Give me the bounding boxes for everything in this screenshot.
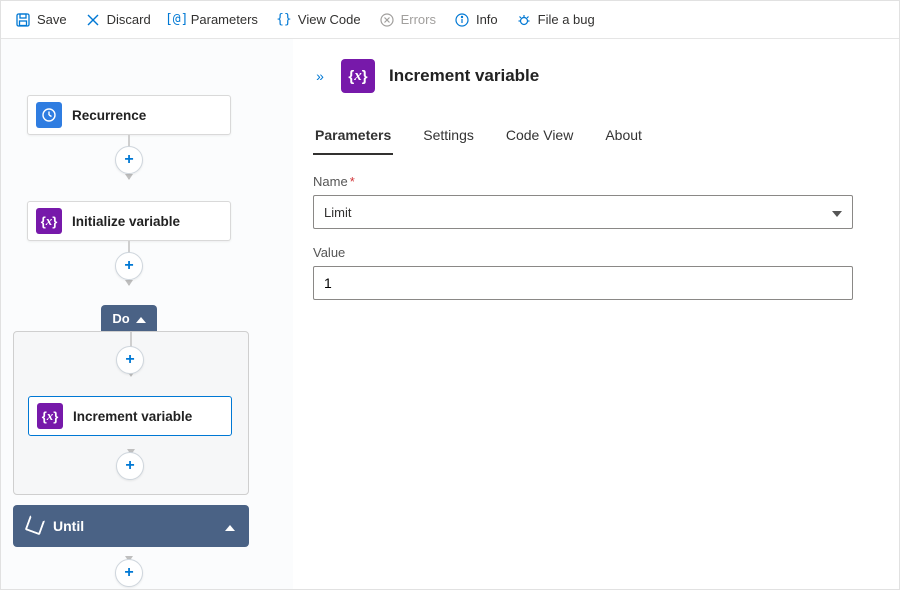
viewcode-label: View Code	[298, 12, 361, 27]
variable-icon: {x}	[341, 59, 375, 93]
fileabug-label: File a bug	[538, 12, 595, 27]
collapse-panel-button[interactable]: »	[309, 68, 327, 84]
loop-icon	[27, 517, 43, 536]
details-title: Increment variable	[389, 66, 539, 86]
chevron-down-icon	[832, 205, 842, 220]
discard-icon	[85, 12, 101, 28]
value-field-label: Value	[313, 245, 853, 260]
tab-parameters[interactable]: Parameters	[313, 119, 393, 155]
parameters-label: Parameters	[191, 12, 258, 27]
fileabug-button[interactable]: File a bug	[510, 8, 601, 32]
save-icon	[15, 12, 31, 28]
details-tabs: Parameters Settings Code View About	[293, 115, 899, 156]
details-panel: » {x} Increment variable Parameters Sett…	[293, 39, 899, 589]
recurrence-node[interactable]: Recurrence	[27, 95, 231, 135]
recurrence-label: Recurrence	[72, 108, 146, 123]
increment-variable-label: Increment variable	[73, 409, 192, 424]
do-loop-label: Do	[112, 311, 129, 326]
increment-variable-node[interactable]: {x} Increment variable	[28, 396, 232, 436]
add-step-button[interactable]: +	[115, 146, 143, 174]
workflow-canvas[interactable]: Recurrence + {x} Initialize variable + D…	[1, 39, 293, 589]
info-icon	[454, 12, 470, 28]
tab-settings[interactable]: Settings	[421, 119, 476, 155]
info-label: Info	[476, 12, 498, 27]
bug-icon	[516, 12, 532, 28]
name-select-value: Limit	[324, 205, 351, 220]
info-button[interactable]: Info	[448, 8, 504, 32]
initialize-variable-label: Initialize variable	[72, 214, 180, 229]
parameters-button[interactable]: [@] Parameters	[163, 8, 264, 32]
name-field-label: Name*	[313, 174, 853, 189]
chevron-up-icon	[225, 519, 235, 534]
save-label: Save	[37, 12, 67, 27]
add-step-button[interactable]: +	[116, 452, 144, 480]
toolbar: Save Discard [@] Parameters {} View Code	[1, 1, 899, 39]
add-step-button[interactable]: +	[115, 559, 143, 587]
save-button[interactable]: Save	[9, 8, 73, 32]
errors-label: Errors	[401, 12, 436, 27]
do-loop-body: + {x} Increment variable +	[13, 331, 249, 495]
errors-icon	[379, 12, 395, 28]
chevron-up-icon	[136, 311, 146, 326]
tab-codeview[interactable]: Code View	[504, 119, 575, 155]
required-indicator: *	[350, 174, 355, 189]
add-step-button[interactable]: +	[115, 252, 143, 280]
discard-button[interactable]: Discard	[79, 8, 157, 32]
until-label: Until	[53, 518, 84, 534]
clock-icon	[36, 102, 62, 128]
tab-about[interactable]: About	[603, 119, 644, 155]
variable-icon: {x}	[36, 208, 62, 234]
value-input[interactable]	[313, 266, 853, 300]
viewcode-button[interactable]: {} View Code	[270, 8, 367, 32]
variable-icon: {x}	[37, 403, 63, 429]
until-condition[interactable]: Until	[13, 505, 249, 547]
code-icon: {}	[276, 12, 292, 28]
do-loop-header[interactable]: Do	[101, 305, 157, 331]
errors-button: Errors	[373, 8, 442, 32]
name-select[interactable]: Limit	[313, 195, 853, 229]
add-step-button[interactable]: +	[116, 346, 144, 374]
parameters-icon: [@]	[169, 12, 185, 28]
parameters-form: Name* Limit Value	[293, 156, 873, 300]
initialize-variable-node[interactable]: {x} Initialize variable	[27, 201, 231, 241]
discard-label: Discard	[107, 12, 151, 27]
